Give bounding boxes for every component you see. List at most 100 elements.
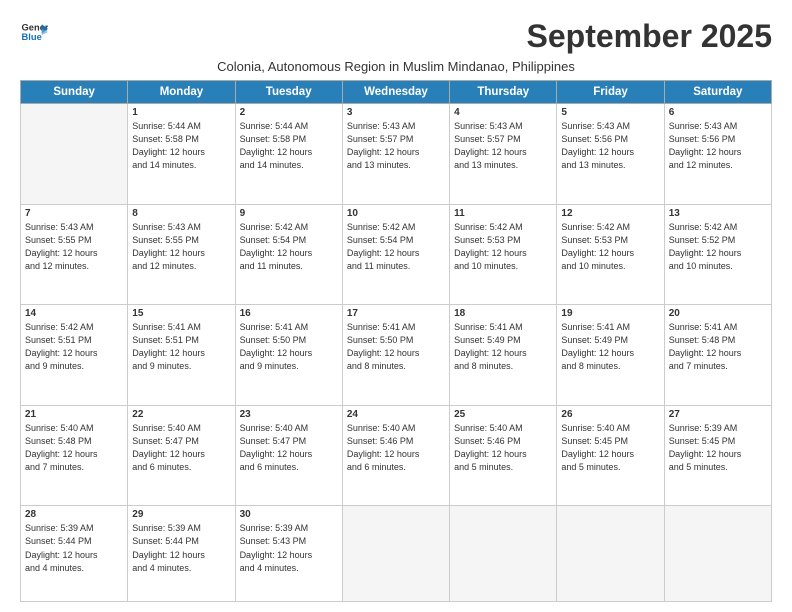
day-number: 9 <box>240 208 338 219</box>
day-info: Sunrise: 5:41 AM Sunset: 5:51 PM Dayligh… <box>132 321 230 373</box>
week-row-5: 28 Sunrise: 5:39 AM Sunset: 5:44 PM Dayli… <box>21 506 772 602</box>
day-cell: 26 Sunrise: 5:40 AM Sunset: 5:45 PM Dayli… <box>557 405 664 506</box>
day-number: 13 <box>669 208 767 219</box>
col-header-sunday: Sunday <box>21 81 128 104</box>
day-cell: 27 Sunrise: 5:39 AM Sunset: 5:45 PM Dayli… <box>664 405 771 506</box>
svg-text:Blue: Blue <box>22 32 42 42</box>
day-cell: 5 Sunrise: 5:43 AM Sunset: 5:56 PM Daylig… <box>557 104 664 205</box>
day-cell <box>450 506 557 602</box>
day-info: Sunrise: 5:40 AM Sunset: 5:47 PM Dayligh… <box>132 422 230 474</box>
day-number: 4 <box>454 107 552 118</box>
logo: General Blue <box>20 18 48 46</box>
day-cell: 11 Sunrise: 5:42 AM Sunset: 5:53 PM Dayli… <box>450 204 557 305</box>
day-info: Sunrise: 5:41 AM Sunset: 5:50 PM Dayligh… <box>347 321 445 373</box>
col-header-monday: Monday <box>128 81 235 104</box>
day-cell: 30 Sunrise: 5:39 AM Sunset: 5:43 PM Dayli… <box>235 506 342 602</box>
col-header-wednesday: Wednesday <box>342 81 449 104</box>
day-number: 20 <box>669 308 767 319</box>
logo-icon: General Blue <box>20 18 48 46</box>
week-row-3: 14Sunrise: 5:42 AM Sunset: 5:51 PM Dayli… <box>21 305 772 406</box>
day-info: Sunrise: 5:43 AM Sunset: 5:56 PM Dayligh… <box>561 120 659 172</box>
day-number: 30 <box>240 509 338 520</box>
col-header-saturday: Saturday <box>664 81 771 104</box>
day-number: 22 <box>132 409 230 420</box>
day-number: 1 <box>132 107 230 118</box>
day-cell: 18Sunrise: 5:41 AM Sunset: 5:49 PM Dayli… <box>450 305 557 406</box>
day-info: Sunrise: 5:39 AM Sunset: 5:44 PM Dayligh… <box>25 522 123 574</box>
day-info: Sunrise: 5:41 AM Sunset: 5:49 PM Dayligh… <box>561 321 659 373</box>
week-row-2: 7 Sunrise: 5:43 AM Sunset: 5:55 PM Daylig… <box>21 204 772 305</box>
day-number: 24 <box>347 409 445 420</box>
day-cell: 23Sunrise: 5:40 AM Sunset: 5:47 PM Dayli… <box>235 405 342 506</box>
day-info: Sunrise: 5:42 AM Sunset: 5:53 PM Dayligh… <box>454 221 552 273</box>
day-cell: 3Sunrise: 5:43 AM Sunset: 5:57 PM Daylig… <box>342 104 449 205</box>
day-cell: 9 Sunrise: 5:42 AM Sunset: 5:54 PM Daylig… <box>235 204 342 305</box>
day-cell: 22 Sunrise: 5:40 AM Sunset: 5:47 PM Dayli… <box>128 405 235 506</box>
day-number: 16 <box>240 308 338 319</box>
week-row-4: 21 Sunrise: 5:40 AM Sunset: 5:48 PM Dayli… <box>21 405 772 506</box>
day-number: 11 <box>454 208 552 219</box>
calendar-table: SundayMondayTuesdayWednesdayThursdayFrid… <box>20 80 772 602</box>
day-cell: 4 Sunrise: 5:43 AM Sunset: 5:57 PM Daylig… <box>450 104 557 205</box>
day-cell: 16 Sunrise: 5:41 AM Sunset: 5:50 PM Dayli… <box>235 305 342 406</box>
day-info: Sunrise: 5:41 AM Sunset: 5:48 PM Dayligh… <box>669 321 767 373</box>
day-info: Sunrise: 5:41 AM Sunset: 5:50 PM Dayligh… <box>240 321 338 373</box>
day-cell: 1 Sunrise: 5:44 AM Sunset: 5:58 PM Daylig… <box>128 104 235 205</box>
day-cell: 7 Sunrise: 5:43 AM Sunset: 5:55 PM Daylig… <box>21 204 128 305</box>
day-cell: 13Sunrise: 5:42 AM Sunset: 5:52 PM Dayli… <box>664 204 771 305</box>
day-cell <box>557 506 664 602</box>
day-cell: 17Sunrise: 5:41 AM Sunset: 5:50 PM Dayli… <box>342 305 449 406</box>
day-number: 21 <box>25 409 123 420</box>
day-info: Sunrise: 5:39 AM Sunset: 5:44 PM Dayligh… <box>132 522 230 574</box>
day-number: 15 <box>132 308 230 319</box>
day-number: 7 <box>25 208 123 219</box>
day-number: 10 <box>347 208 445 219</box>
day-number: 28 <box>25 509 123 520</box>
week-row-1: 1 Sunrise: 5:44 AM Sunset: 5:58 PM Daylig… <box>21 104 772 205</box>
day-cell: 29 Sunrise: 5:39 AM Sunset: 5:44 PM Dayli… <box>128 506 235 602</box>
header-row: SundayMondayTuesdayWednesdayThursdayFrid… <box>21 81 772 104</box>
day-cell: 15 Sunrise: 5:41 AM Sunset: 5:51 PM Dayli… <box>128 305 235 406</box>
day-number: 2 <box>240 107 338 118</box>
day-number: 5 <box>561 107 659 118</box>
day-number: 29 <box>132 509 230 520</box>
col-header-thursday: Thursday <box>450 81 557 104</box>
day-info: Sunrise: 5:42 AM Sunset: 5:54 PM Dayligh… <box>240 221 338 273</box>
day-info: Sunrise: 5:40 AM Sunset: 5:47 PM Dayligh… <box>240 422 338 474</box>
day-cell: 20 Sunrise: 5:41 AM Sunset: 5:48 PM Dayli… <box>664 305 771 406</box>
day-info: Sunrise: 5:43 AM Sunset: 5:55 PM Dayligh… <box>25 221 123 273</box>
day-info: Sunrise: 5:43 AM Sunset: 5:55 PM Dayligh… <box>132 221 230 273</box>
day-info: Sunrise: 5:43 AM Sunset: 5:56 PM Dayligh… <box>669 120 767 172</box>
day-cell: 19 Sunrise: 5:41 AM Sunset: 5:49 PM Dayli… <box>557 305 664 406</box>
day-info: Sunrise: 5:41 AM Sunset: 5:49 PM Dayligh… <box>454 321 552 373</box>
subtitle: Colonia, Autonomous Region in Muslim Min… <box>20 59 772 74</box>
day-info: Sunrise: 5:40 AM Sunset: 5:48 PM Dayligh… <box>25 422 123 474</box>
day-info: Sunrise: 5:39 AM Sunset: 5:43 PM Dayligh… <box>240 522 338 574</box>
day-cell: 24Sunrise: 5:40 AM Sunset: 5:46 PM Dayli… <box>342 405 449 506</box>
day-info: Sunrise: 5:40 AM Sunset: 5:45 PM Dayligh… <box>561 422 659 474</box>
day-cell: 25Sunrise: 5:40 AM Sunset: 5:46 PM Dayli… <box>450 405 557 506</box>
day-info: Sunrise: 5:42 AM Sunset: 5:54 PM Dayligh… <box>347 221 445 273</box>
day-cell: 10 Sunrise: 5:42 AM Sunset: 5:54 PM Dayli… <box>342 204 449 305</box>
day-info: Sunrise: 5:43 AM Sunset: 5:57 PM Dayligh… <box>347 120 445 172</box>
day-number: 27 <box>669 409 767 420</box>
day-number: 26 <box>561 409 659 420</box>
day-number: 19 <box>561 308 659 319</box>
day-cell: 28 Sunrise: 5:39 AM Sunset: 5:44 PM Dayli… <box>21 506 128 602</box>
col-header-tuesday: Tuesday <box>235 81 342 104</box>
col-header-friday: Friday <box>557 81 664 104</box>
day-info: Sunrise: 5:39 AM Sunset: 5:45 PM Dayligh… <box>669 422 767 474</box>
day-cell: 12 Sunrise: 5:42 AM Sunset: 5:53 PM Dayli… <box>557 204 664 305</box>
day-cell <box>21 104 128 205</box>
month-title: September 2025 <box>527 18 772 55</box>
day-info: Sunrise: 5:42 AM Sunset: 5:53 PM Dayligh… <box>561 221 659 273</box>
day-info: Sunrise: 5:44 AM Sunset: 5:58 PM Dayligh… <box>240 120 338 172</box>
day-cell <box>664 506 771 602</box>
day-cell: 8Sunrise: 5:43 AM Sunset: 5:55 PM Daylig… <box>128 204 235 305</box>
day-info: Sunrise: 5:43 AM Sunset: 5:57 PM Dayligh… <box>454 120 552 172</box>
day-info: Sunrise: 5:44 AM Sunset: 5:58 PM Dayligh… <box>132 120 230 172</box>
day-cell <box>342 506 449 602</box>
day-info: Sunrise: 5:42 AM Sunset: 5:51 PM Dayligh… <box>25 321 123 373</box>
day-number: 12 <box>561 208 659 219</box>
day-info: Sunrise: 5:40 AM Sunset: 5:46 PM Dayligh… <box>454 422 552 474</box>
